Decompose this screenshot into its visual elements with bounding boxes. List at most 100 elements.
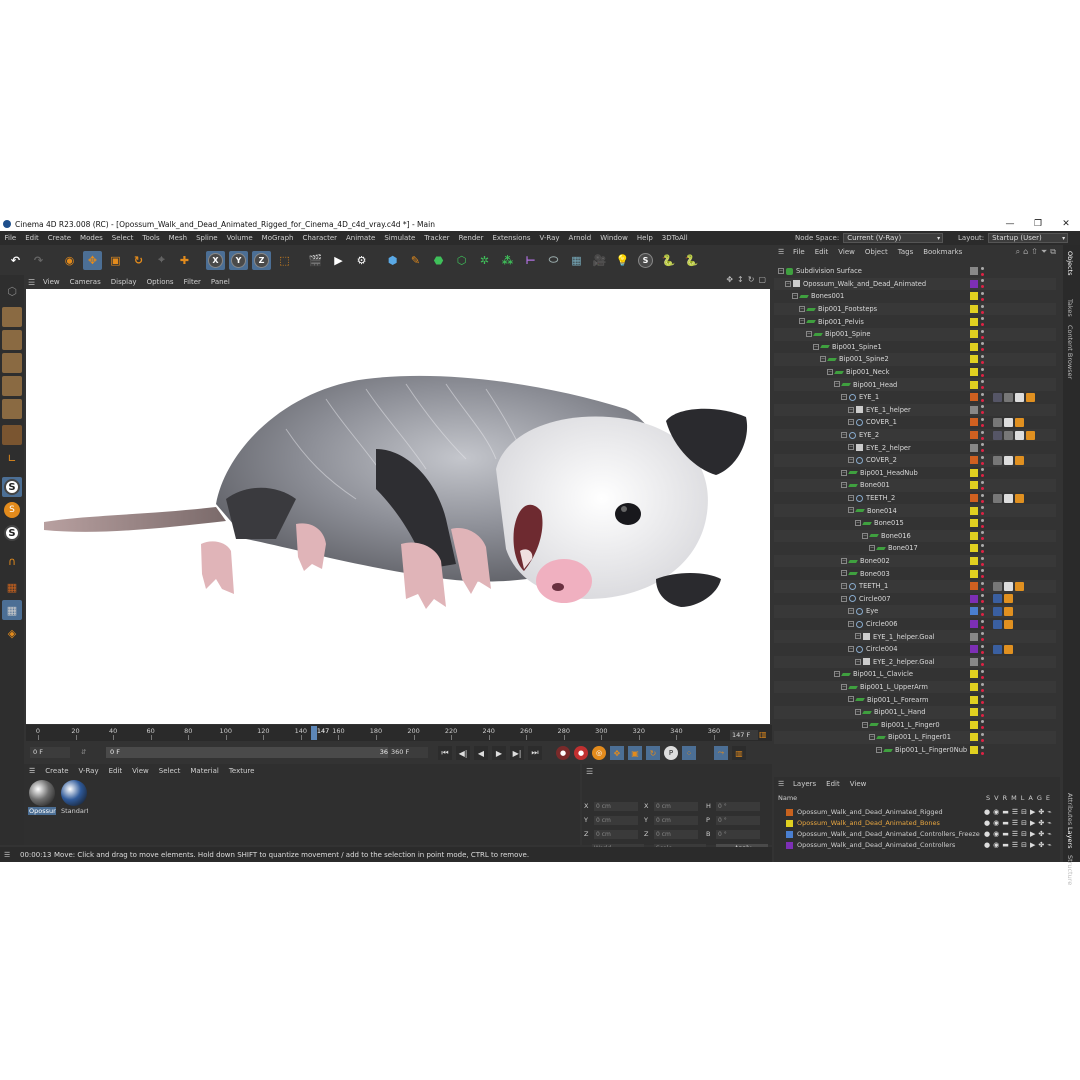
editor-visibility-dot[interactable] bbox=[981, 531, 984, 535]
maximize-button[interactable]: ❐ bbox=[1024, 219, 1052, 229]
layer-color-swatch[interactable] bbox=[970, 594, 978, 603]
menu-mesh[interactable]: Mesh bbox=[164, 234, 191, 242]
tag-icon[interactable] bbox=[993, 581, 1002, 591]
rotate-view-icon[interactable]: ↻ bbox=[748, 275, 755, 284]
animation-icon[interactable]: ▶ bbox=[1030, 808, 1035, 816]
tag-icon[interactable] bbox=[1015, 392, 1024, 402]
transform-tool-icon[interactable]: ⌖ bbox=[152, 251, 171, 270]
editor-visibility-dot[interactable] bbox=[981, 644, 984, 648]
render-visibility-dot[interactable] bbox=[981, 386, 984, 390]
manager-icon[interactable]: ☰ bbox=[1012, 819, 1018, 827]
menu-render[interactable]: Render bbox=[454, 234, 488, 242]
tag-icon[interactable] bbox=[993, 417, 1002, 427]
key-rotation-icon[interactable]: ↻ bbox=[646, 746, 660, 760]
editor-visibility-dot[interactable] bbox=[981, 707, 984, 711]
play-icon[interactable]: ▶ bbox=[492, 746, 506, 760]
status-menu-icon[interactable]: ☰ bbox=[4, 851, 16, 859]
object-row[interactable]: − Circle007 bbox=[774, 593, 1056, 606]
layer-color-swatch[interactable] bbox=[970, 670, 978, 679]
editor-visibility-dot[interactable] bbox=[981, 329, 984, 333]
object-row[interactable]: − Bip001_L_Hand bbox=[774, 706, 1056, 719]
expand-toggle-icon[interactable]: − bbox=[841, 570, 847, 577]
coordinate-system-icon[interactable]: ⬚ bbox=[275, 251, 294, 270]
tag-icon[interactable] bbox=[1026, 392, 1035, 402]
object-row[interactable]: − Bones001 bbox=[774, 290, 1056, 303]
object-row[interactable]: − Bip001_Pelvis bbox=[774, 315, 1056, 328]
expand-toggle-icon[interactable]: − bbox=[813, 343, 819, 350]
h-rotation-field[interactable]: 0 ° bbox=[716, 801, 760, 811]
tag-icon[interactable] bbox=[1004, 594, 1013, 604]
start-frame-field[interactable]: 0 F bbox=[30, 747, 70, 758]
layer-color-swatch[interactable] bbox=[970, 746, 978, 755]
render-visibility-dot[interactable] bbox=[981, 549, 984, 553]
tag-icon[interactable] bbox=[1015, 417, 1024, 427]
layer-color-swatch[interactable] bbox=[970, 305, 978, 314]
menu-arnold[interactable]: Arnold bbox=[564, 234, 596, 242]
expand-toggle-icon[interactable]: − bbox=[848, 419, 854, 426]
layer-color-swatch[interactable] bbox=[970, 531, 978, 540]
tag-icon[interactable] bbox=[993, 606, 1002, 616]
visibility-dots[interactable] bbox=[981, 556, 984, 566]
close-button[interactable]: ✕ bbox=[1052, 219, 1080, 229]
tag-icon[interactable] bbox=[1026, 430, 1035, 440]
visibility-dots[interactable] bbox=[981, 657, 984, 667]
object-menu-object[interactable]: Object bbox=[860, 248, 893, 256]
layer-color-swatch[interactable] bbox=[970, 418, 978, 427]
material-menu-edit[interactable]: Edit bbox=[104, 767, 128, 775]
visibility-dots[interactable] bbox=[981, 581, 984, 591]
expand-toggle-icon[interactable]: − bbox=[778, 268, 784, 274]
render-settings-icon[interactable]: ⚙ bbox=[352, 251, 371, 270]
visibility-dots[interactable] bbox=[981, 342, 984, 352]
object-row[interactable]: − Bip001_L_Finger0Nub bbox=[774, 744, 1056, 757]
editor-visibility-dot[interactable] bbox=[981, 380, 984, 384]
render-visibility-dot[interactable] bbox=[981, 272, 984, 276]
menu-window[interactable]: Window bbox=[596, 234, 633, 242]
timeline-ruler[interactable]: 0 20 40 60 80 100 120 140 160 180 200 220 240 260 280 3… bbox=[26, 725, 772, 741]
add-tool-icon[interactable]: ✚ bbox=[175, 251, 194, 270]
layer-color-swatch[interactable] bbox=[970, 317, 978, 326]
render-visibility-dot[interactable] bbox=[981, 512, 984, 516]
locked-workplane-icon[interactable]: ▦ bbox=[2, 600, 22, 620]
visibility-dots[interactable] bbox=[981, 606, 984, 616]
expand-toggle-icon[interactable]: − bbox=[806, 331, 812, 337]
object-row[interactable]: − Bone015 bbox=[774, 517, 1056, 530]
expand-toggle-icon[interactable]: − bbox=[855, 658, 861, 665]
visibility-dots[interactable] bbox=[981, 380, 984, 390]
side-tab-takes[interactable]: Takes bbox=[1066, 299, 1074, 317]
lock-icon[interactable]: ⊟ bbox=[1021, 830, 1027, 838]
mograph-icon[interactable]: ⁂ bbox=[498, 251, 517, 270]
tag-icon[interactable] bbox=[1004, 619, 1013, 629]
object-row[interactable]: − Bone017 bbox=[774, 542, 1056, 555]
visibility-dots[interactable] bbox=[981, 304, 984, 314]
layer-color-swatch[interactable] bbox=[970, 456, 978, 465]
menu-character[interactable]: Character bbox=[298, 234, 342, 242]
object-row[interactable]: − Bip001_L_Finger0 bbox=[774, 719, 1056, 732]
object-row[interactable]: − Bip001_L_Finger01 bbox=[774, 731, 1056, 744]
tag-icon[interactable] bbox=[993, 619, 1002, 629]
editor-visibility-dot[interactable] bbox=[981, 619, 984, 623]
object-row[interactable]: − Bip001_Footsteps bbox=[774, 302, 1056, 316]
layer-color-swatch[interactable] bbox=[970, 657, 978, 666]
z-position-field[interactable]: 0 cm bbox=[594, 829, 638, 839]
render-visibility-dot[interactable] bbox=[981, 423, 984, 427]
visibility-dots[interactable] bbox=[981, 632, 984, 642]
render-visibility-dot[interactable] bbox=[981, 486, 984, 490]
expression-icon[interactable]: ⌁ bbox=[1047, 841, 1051, 849]
pen-icon[interactable]: ✎ bbox=[406, 251, 425, 270]
expand-toggle-icon[interactable]: − bbox=[848, 620, 854, 627]
menu-spline[interactable]: Spline bbox=[192, 234, 223, 242]
tag-icon[interactable] bbox=[1004, 455, 1013, 465]
end-frame-field[interactable]: 360 F bbox=[388, 747, 428, 758]
y-size-field[interactable]: 0 cm bbox=[654, 815, 698, 825]
expand-toggle-icon[interactable]: − bbox=[848, 444, 854, 451]
material-menu-material[interactable]: Material bbox=[185, 767, 223, 775]
layer-color-swatch[interactable] bbox=[970, 468, 978, 477]
expand-toggle-icon[interactable]: − bbox=[848, 507, 854, 514]
object-row[interactable]: − Circle006 bbox=[774, 618, 1056, 631]
visibility-dots[interactable] bbox=[981, 745, 984, 755]
lock-icon[interactable]: ⊟ bbox=[1021, 808, 1027, 816]
menu-v-ray[interactable]: V-Ray bbox=[535, 234, 564, 242]
visibility-dots[interactable] bbox=[981, 543, 984, 553]
view-icon[interactable]: ◉ bbox=[993, 819, 999, 827]
next-frame-icon[interactable]: ▶| bbox=[510, 746, 524, 760]
